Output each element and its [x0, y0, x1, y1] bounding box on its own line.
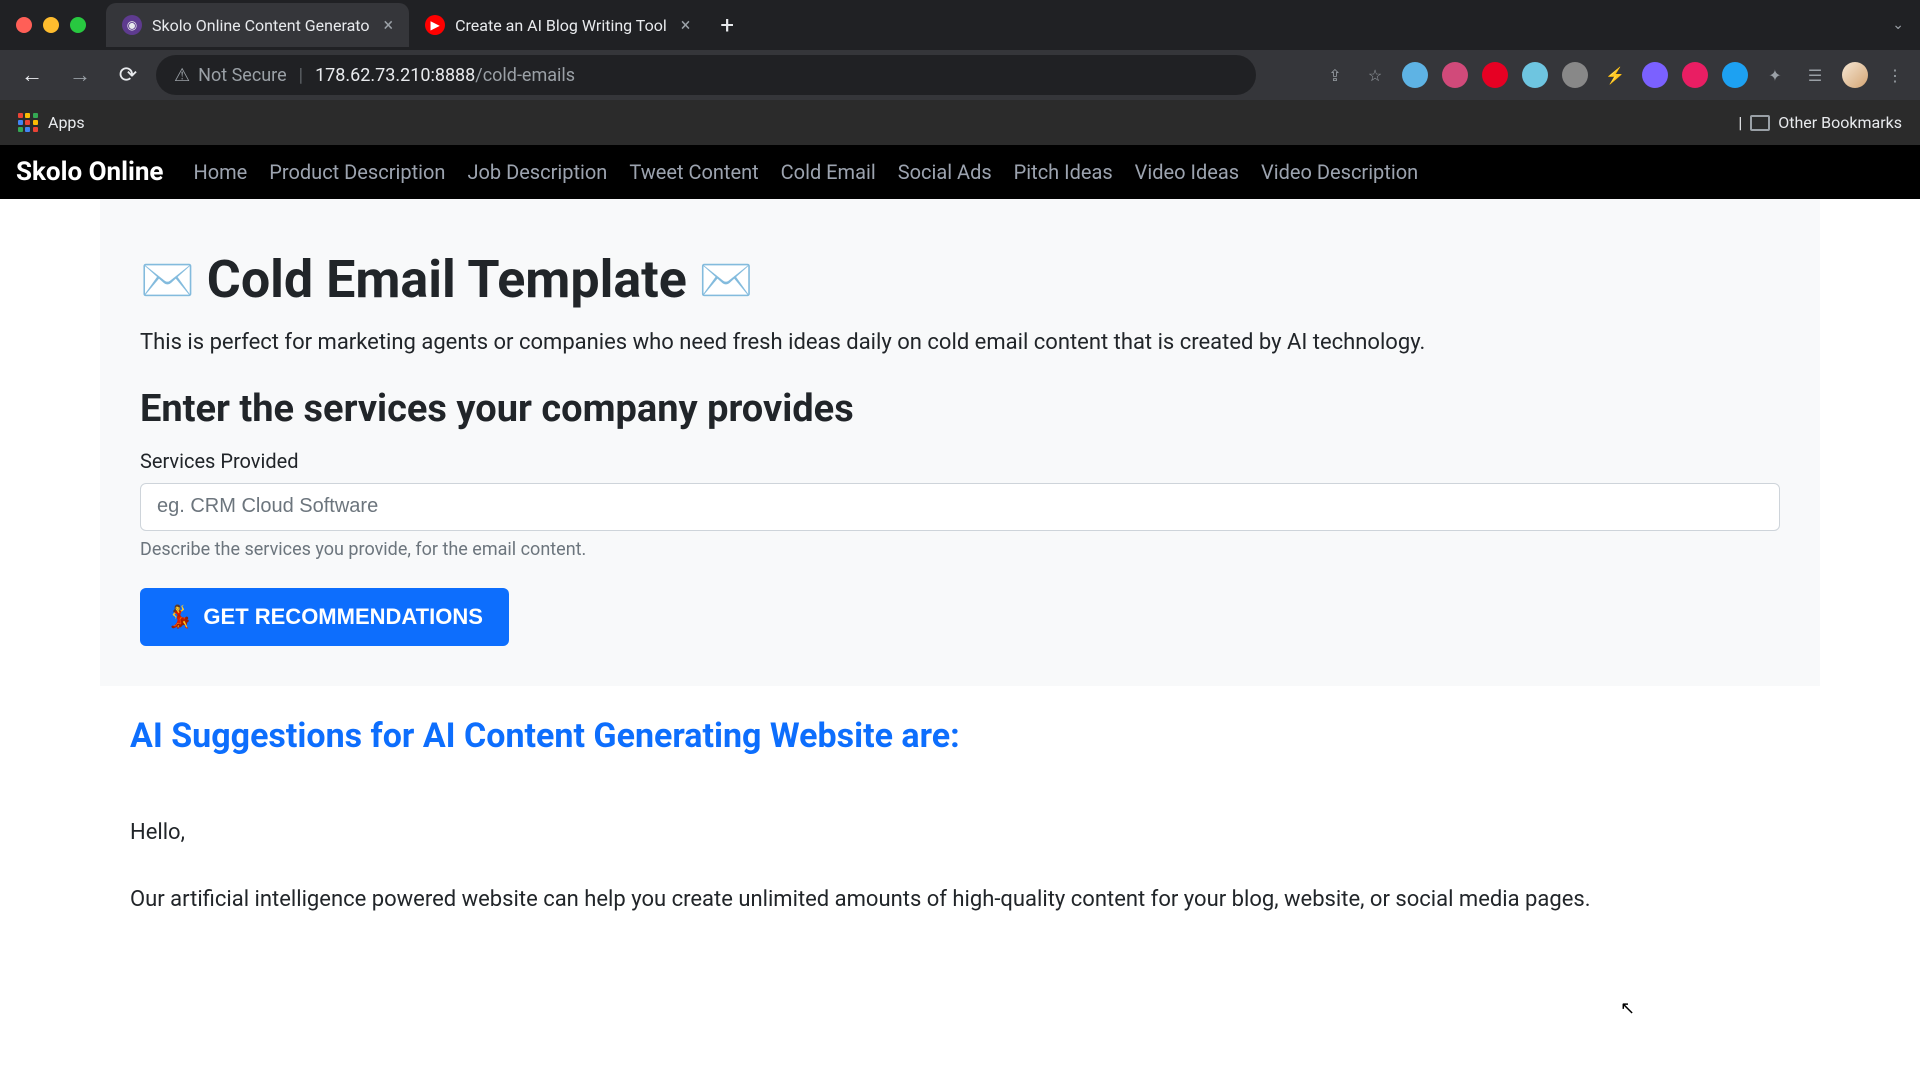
- extension-icon[interactable]: [1722, 62, 1748, 88]
- tabs-dropdown-icon[interactable]: ⌄: [1892, 17, 1904, 33]
- security-label: Not Secure: [198, 65, 287, 86]
- extensions-puzzle-icon[interactable]: ✦: [1762, 62, 1788, 88]
- reading-list-icon[interactable]: ☰: [1802, 62, 1828, 88]
- envelope-icon: ✉️: [140, 254, 195, 306]
- back-button[interactable]: ←: [12, 55, 52, 95]
- pinterest-extension-icon[interactable]: [1482, 62, 1508, 88]
- close-tab-icon[interactable]: ×: [383, 15, 393, 36]
- folder-icon: [1750, 115, 1770, 131]
- extension-icon[interactable]: [1682, 62, 1708, 88]
- nav-video-ideas[interactable]: Video Ideas: [1135, 160, 1239, 184]
- nav-job-description[interactable]: Job Description: [467, 160, 607, 184]
- extension-icon[interactable]: [1522, 62, 1548, 88]
- page-title-text: Cold Email Template: [207, 249, 687, 310]
- titlebar: ◉ Skolo Online Content Generato × ▶ Crea…: [0, 0, 1920, 50]
- tab-title: Skolo Online Content Generato: [152, 16, 369, 35]
- site-navbar: Skolo Online Home Product Description Jo…: [0, 145, 1920, 199]
- forward-button[interactable]: →: [60, 55, 100, 95]
- apps-grid-icon[interactable]: [18, 113, 38, 133]
- warning-icon: ⚠: [174, 65, 190, 86]
- lightning-extension-icon[interactable]: ⚡: [1602, 62, 1628, 88]
- toolbar-actions: ⇪ ☆ ⚡ ✦ ☰ ⋮: [1322, 62, 1908, 88]
- bookmarks-bar: Apps | Other Bookmarks: [0, 100, 1920, 145]
- section-heading: Enter the services your company provides: [140, 387, 1780, 431]
- extension-icon[interactable]: [1402, 62, 1428, 88]
- results-title: AI Suggestions for AI Content Generating…: [130, 716, 1780, 756]
- nav-video-description[interactable]: Video Description: [1261, 160, 1418, 184]
- button-label: GET RECOMMENDATIONS: [203, 604, 482, 630]
- browser-tab[interactable]: ▶ Create an AI Blog Writing Tool ×: [409, 3, 706, 47]
- share-icon[interactable]: ⇪: [1322, 62, 1348, 88]
- page-title: ✉️ Cold Email Template ✉️: [140, 249, 1780, 310]
- mouse-cursor-icon: ↖: [1620, 998, 1635, 1019]
- browser-tab-active[interactable]: ◉ Skolo Online Content Generato ×: [106, 3, 409, 47]
- dancer-icon: 💃: [166, 604, 193, 630]
- result-body: Our artificial intelligence powered webs…: [130, 883, 1780, 916]
- close-tab-icon[interactable]: ×: [681, 15, 691, 36]
- toolbar: ← → ⟳ ⚠ Not Secure | 178.62.73.210:8888/…: [0, 50, 1920, 100]
- nav-social-ads[interactable]: Social Ads: [898, 160, 992, 184]
- results-section: AI Suggestions for AI Content Generating…: [100, 686, 1820, 990]
- profile-avatar[interactable]: [1842, 62, 1868, 88]
- extension-icon[interactable]: [1562, 62, 1588, 88]
- tab-title: Create an AI Blog Writing Tool: [455, 16, 667, 35]
- nav-product-description[interactable]: Product Description: [269, 160, 445, 184]
- page-subtitle: This is perfect for marketing agents or …: [140, 328, 1780, 359]
- field-help-text: Describe the services you provide, for t…: [140, 539, 1780, 560]
- url-host: 178.62.73.210:8888: [315, 65, 475, 86]
- other-bookmarks-button[interactable]: | Other Bookmarks: [1738, 113, 1902, 132]
- other-bookmarks-label: Other Bookmarks: [1778, 113, 1902, 132]
- apps-label[interactable]: Apps: [48, 113, 85, 132]
- nav-cold-email[interactable]: Cold Email: [781, 160, 876, 184]
- result-greeting: Hello,: [130, 816, 1780, 849]
- url-path: /cold-emails: [475, 65, 575, 86]
- extension-icon[interactable]: [1642, 62, 1668, 88]
- brand-logo[interactable]: Skolo Online: [16, 157, 163, 187]
- nav-tweet-content[interactable]: Tweet Content: [629, 160, 758, 184]
- form-card: ✉️ Cold Email Template ✉️ This is perfec…: [100, 199, 1820, 686]
- close-window-button[interactable]: [16, 17, 32, 33]
- envelope-icon: ✉️: [699, 254, 754, 306]
- extension-icon[interactable]: [1442, 62, 1468, 88]
- new-tab-button[interactable]: +: [706, 11, 748, 39]
- security-indicator[interactable]: ⚠ Not Secure: [174, 65, 287, 86]
- page-content: ✉️ Cold Email Template ✉️ This is perfec…: [0, 199, 1920, 990]
- address-bar[interactable]: ⚠ Not Secure | 178.62.73.210:8888/cold-e…: [156, 55, 1256, 95]
- browser-chrome: ◉ Skolo Online Content Generato × ▶ Crea…: [0, 0, 1920, 145]
- services-input[interactable]: [140, 483, 1780, 531]
- window-controls: [16, 17, 86, 33]
- field-label: Services Provided: [140, 449, 1780, 473]
- tab-strip: ◉ Skolo Online Content Generato × ▶ Crea…: [106, 0, 748, 50]
- minimize-window-button[interactable]: [43, 17, 59, 33]
- nav-home[interactable]: Home: [193, 160, 247, 184]
- nav-pitch-ideas[interactable]: Pitch Ideas: [1014, 160, 1113, 184]
- reload-button[interactable]: ⟳: [108, 55, 148, 95]
- maximize-window-button[interactable]: [70, 17, 86, 33]
- youtube-favicon-icon: ▶: [425, 15, 445, 35]
- favicon-icon: ◉: [122, 15, 142, 35]
- get-recommendations-button[interactable]: 💃 GET RECOMMENDATIONS: [140, 588, 509, 646]
- menu-icon[interactable]: ⋮: [1882, 62, 1908, 88]
- bookmark-star-icon[interactable]: ☆: [1362, 62, 1388, 88]
